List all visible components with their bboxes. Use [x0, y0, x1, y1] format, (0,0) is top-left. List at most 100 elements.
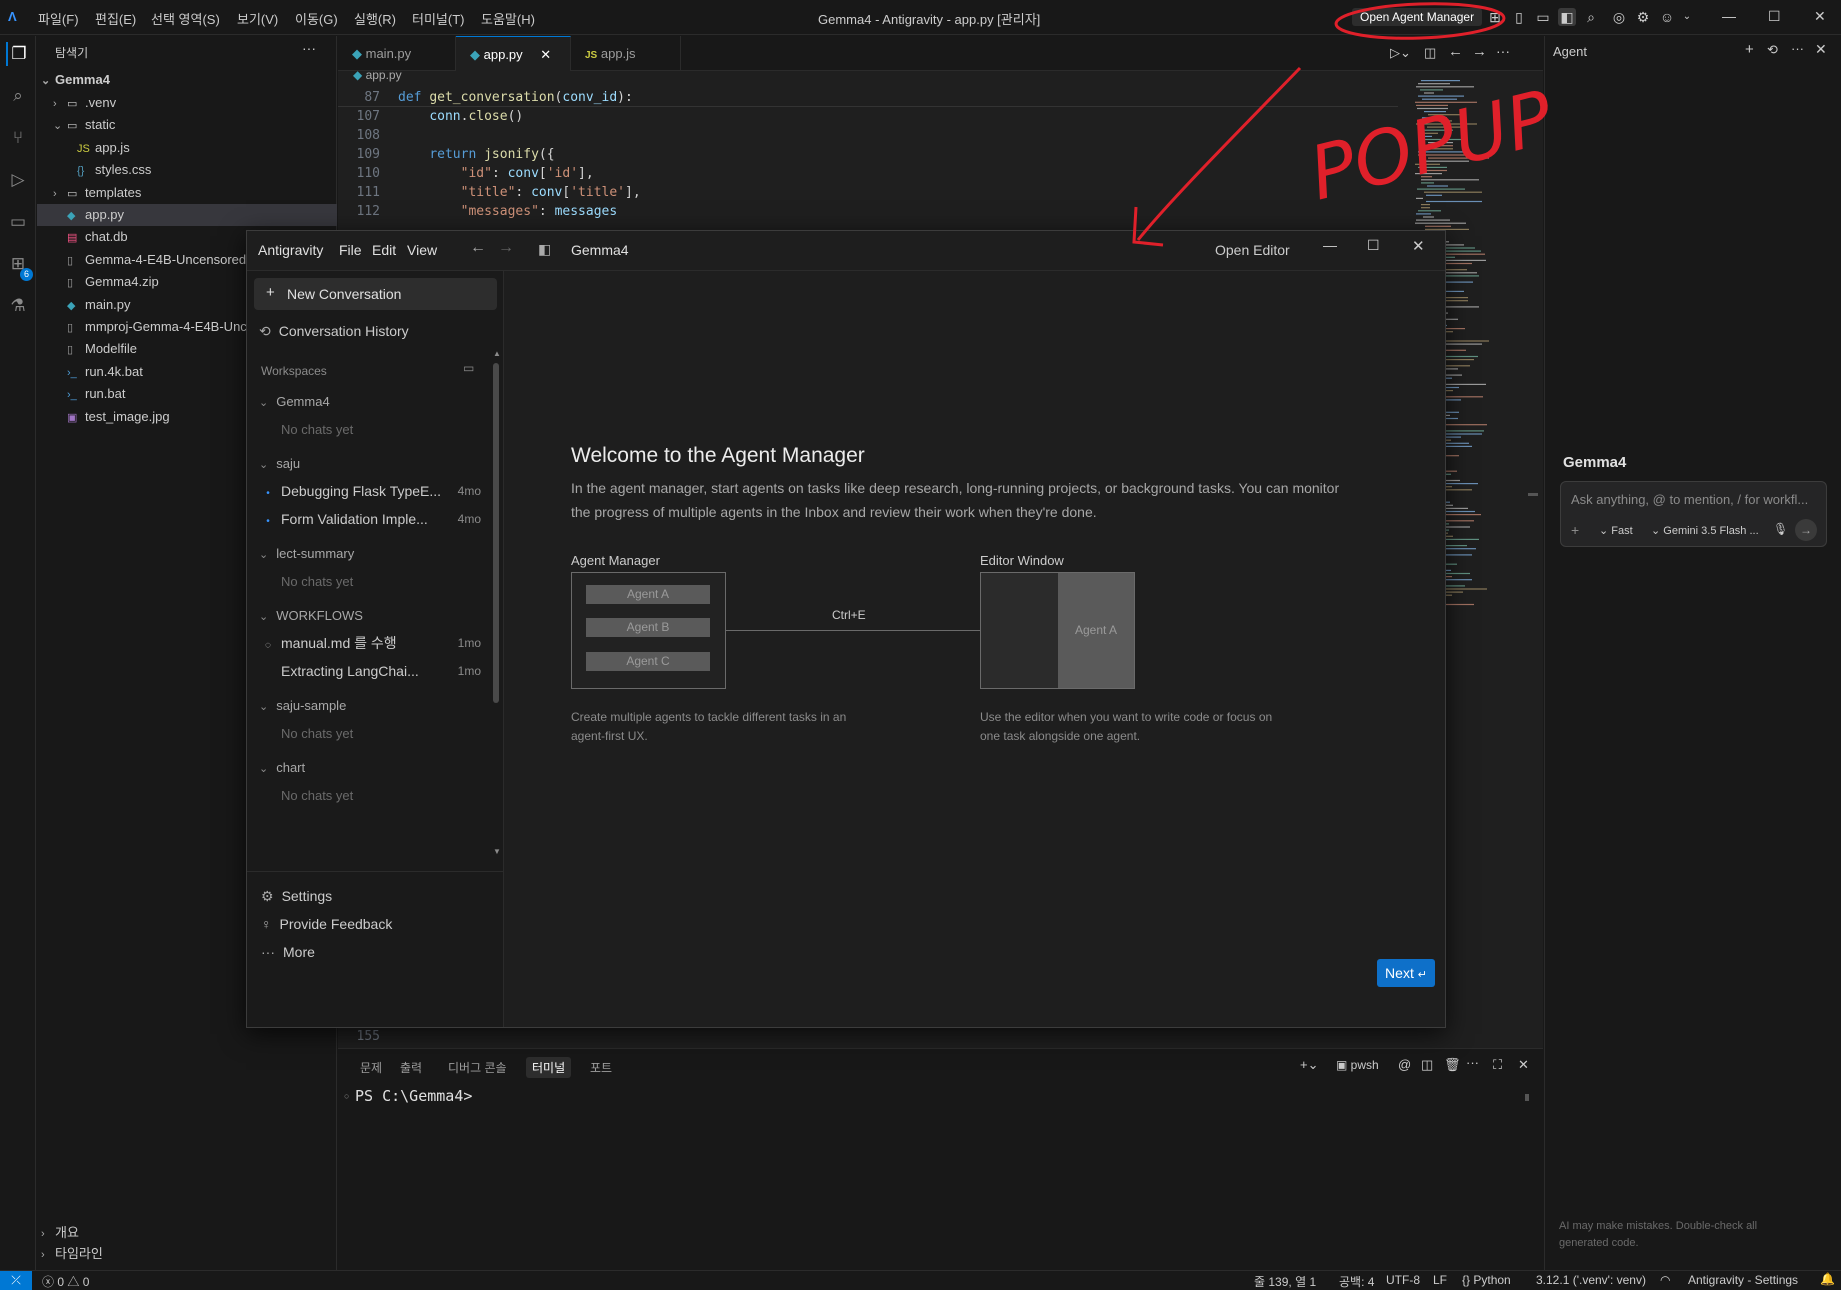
minimize-icon[interactable]: —: [1323, 237, 1337, 253]
send-button[interactable]: →: [1795, 519, 1817, 541]
run-icon[interactable]: ▷⌄: [1390, 45, 1411, 61]
timeline-section[interactable]: › 타임라인: [37, 1243, 337, 1265]
popup-menu-view[interactable]: View: [407, 242, 437, 258]
indentation-status[interactable]: 공백: 4: [1339, 1273, 1374, 1290]
tree-item-app-js[interactable]: JS app.js: [37, 137, 337, 159]
new-terminal-icon[interactable]: +⌄: [1300, 1057, 1318, 1073]
terminal-prompt[interactable]: PS C:\Gemma4>: [355, 1087, 472, 1105]
add-workspace-icon[interactable]: ▭: [463, 361, 474, 375]
testing-icon[interactable]: ⚗: [6, 294, 30, 318]
more-actions-icon[interactable]: ···: [1496, 43, 1510, 59]
conversation-item[interactable]: • Form Validation Imple... 4mo: [255, 505, 491, 533]
chevron-down-icon[interactable]: ⌄: [1678, 8, 1696, 26]
code-line[interactable]: 109 return jsonify({: [338, 145, 555, 164]
tree-item-static[interactable]: ⌄ ▭ static: [37, 114, 337, 136]
menu-terminal[interactable]: 터미널(T): [412, 9, 464, 28]
mode-dropdown[interactable]: ⌄ Fast: [1599, 524, 1633, 537]
tab-terminal[interactable]: 터미널: [526, 1057, 572, 1078]
tab-app-py[interactable]: ◆ app.py ✕: [456, 36, 571, 71]
workspace-group[interactable]: ⌄ saju: [255, 449, 495, 477]
gear-icon[interactable]: ⚙: [1634, 8, 1652, 26]
menu-run[interactable]: 실행(R): [354, 9, 396, 28]
more-actions-icon[interactable]: ···: [302, 40, 316, 56]
more-button[interactable]: ··· More: [255, 938, 495, 966]
conversation-item[interactable]: • Debugging Flask TypeE... 4mo: [255, 477, 491, 505]
remote-explorer-icon[interactable]: ▭: [6, 210, 30, 234]
history-icon[interactable]: ⟲: [1767, 42, 1778, 58]
code-line[interactable]: 112 "messages": messages: [338, 202, 618, 221]
split-editor-icon[interactable]: ◫: [1424, 45, 1436, 61]
tab-app-js[interactable]: JS app.js: [571, 36, 681, 71]
tab-main-py[interactable]: ◆ main.py: [338, 36, 456, 71]
interpreter-status[interactable]: 3.12.1 ('.venv': venv): [1536, 1273, 1646, 1287]
feedback-button[interactable]: ♀ Provide Feedback: [255, 910, 495, 938]
workspace-group[interactable]: ⌄ WORKFLOWS: [255, 601, 495, 629]
add-context-icon[interactable]: +: [1571, 522, 1579, 538]
maximize-panel-icon[interactable]: ⛶: [1493, 1057, 1502, 1073]
forward-icon[interactable]: →: [498, 239, 514, 257]
trash-icon[interactable]: 🗑: [1444, 1057, 1461, 1073]
settings-status[interactable]: Antigravity - Settings: [1688, 1273, 1798, 1287]
split-terminal-icon[interactable]: ◫: [1421, 1057, 1433, 1073]
scroll-down-icon[interactable]: ▼: [493, 847, 501, 856]
avatar[interactable]: ☺: [1658, 8, 1676, 26]
tab-output[interactable]: 출력: [394, 1057, 428, 1078]
layout-icon[interactable]: ⊞: [1486, 8, 1504, 26]
tab-debug-console[interactable]: 디버그 콘솔: [442, 1057, 513, 1078]
language-status[interactable]: {} Python: [1462, 1273, 1511, 1287]
sticky-scroll-line[interactable]: 87 def get_conversation(conv_id):: [338, 88, 1398, 107]
menu-edit[interactable]: 편집(E): [95, 9, 136, 28]
tab-ports[interactable]: 포트: [584, 1057, 618, 1078]
close-panel-icon[interactable]: ✕: [1518, 1057, 1529, 1073]
maximize-icon[interactable]: ☐: [1768, 8, 1781, 25]
breadcrumb[interactable]: ◆ app.py: [353, 68, 402, 82]
problems-status[interactable]: ⓧ 0 △ 0: [42, 1273, 89, 1290]
microphone-icon[interactable]: 🎙: [1773, 522, 1788, 536]
menu-view[interactable]: 보기(V): [237, 9, 278, 28]
close-icon[interactable]: ✕: [1815, 41, 1827, 58]
tree-item-templates[interactable]: › ▭ templates: [37, 182, 337, 204]
close-tab-icon[interactable]: ✕: [540, 47, 551, 62]
mention-icon[interactable]: @: [1398, 1057, 1411, 1072]
open-agent-manager-button[interactable]: Open Agent Manager: [1352, 8, 1483, 26]
popup-sidebar-scroll[interactable]: ▲ ▼: [493, 349, 501, 861]
close-icon[interactable]: ✕: [1412, 237, 1425, 255]
tree-item-app-py[interactable]: ◆ app.py: [37, 204, 337, 226]
source-control-icon[interactable]: ⑂: [6, 126, 30, 150]
terminal-shell-label[interactable]: ▣ pwsh: [1336, 1058, 1379, 1072]
scrollbar-thumb[interactable]: [1528, 493, 1538, 496]
forward-icon[interactable]: →: [1472, 43, 1487, 60]
code-line[interactable]: 108: [338, 126, 398, 145]
next-button[interactable]: Next ↵: [1377, 959, 1435, 987]
toggle-sidebar-icon[interactable]: ▯: [1510, 8, 1528, 26]
workspace-group[interactable]: ⌄ lect-summary: [255, 539, 495, 567]
browser-icon[interactable]: ◎: [1610, 8, 1628, 26]
more-actions-icon[interactable]: ···: [1791, 41, 1804, 56]
menu-file[interactable]: 파일(F): [38, 9, 79, 28]
remote-indicator-icon[interactable]: ⤫: [0, 1271, 32, 1290]
conversation-item[interactable]: Extracting LangChai... 1mo: [255, 657, 491, 685]
open-editor-button[interactable]: Open Editor: [1215, 242, 1290, 258]
model-dropdown[interactable]: ⌄ Gemini 3.5 Flash ...: [1651, 524, 1759, 537]
code-line[interactable]: 110 "id": conv['id'],: [338, 164, 594, 183]
maximize-icon[interactable]: ☐: [1367, 237, 1380, 254]
menu-help[interactable]: 도움말(H): [481, 9, 535, 28]
explorer-icon[interactable]: ❐: [6, 42, 30, 66]
bell-icon[interactable]: 🔔: [1820, 1272, 1835, 1286]
more-actions-icon[interactable]: ···: [1466, 1055, 1479, 1070]
scroll-up-icon[interactable]: ▲: [493, 349, 501, 358]
back-icon[interactable]: ←: [470, 239, 486, 257]
run-debug-icon[interactable]: ▷: [6, 168, 30, 192]
conversation-history-button[interactable]: ⟲ Conversation History: [255, 317, 495, 345]
minimize-icon[interactable]: —: [1722, 8, 1736, 24]
popup-menu-antigravity[interactable]: Antigravity: [258, 242, 323, 258]
close-icon[interactable]: ✕: [1814, 8, 1826, 25]
workspace-group[interactable]: ⌄ Gemma4: [255, 387, 495, 415]
menu-go[interactable]: 이동(G): [295, 9, 338, 28]
encoding-status[interactable]: UTF-8: [1386, 1273, 1420, 1287]
new-conversation-button[interactable]: + New Conversation: [254, 278, 497, 310]
workspace-group[interactable]: ⌄ chart: [255, 753, 495, 781]
code-line[interactable]: 107 conn.close(): [338, 107, 524, 126]
new-chat-icon[interactable]: +: [1745, 41, 1754, 58]
scrollbar-thumb[interactable]: [493, 363, 499, 703]
